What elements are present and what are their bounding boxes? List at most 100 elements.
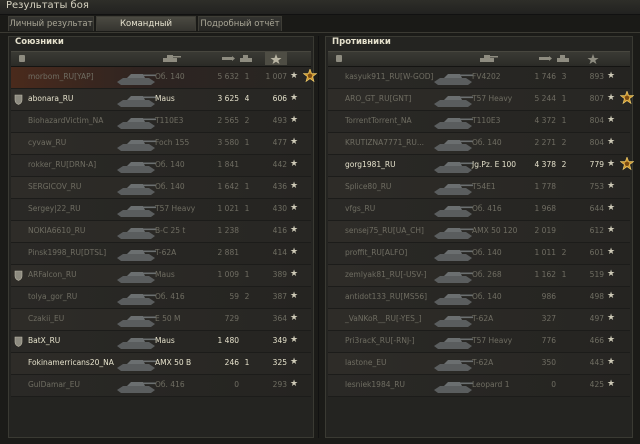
sort-damage-icon[interactable] (221, 54, 235, 63)
tank-name: Об. 140 (155, 182, 185, 191)
kills-value: 1 (244, 270, 250, 279)
player-row[interactable]: _VaNKoR__RU[-YES_] T-62A 327 497 ★ (328, 309, 630, 331)
star-icon: ★ (290, 357, 299, 367)
star-icon: ★ (607, 93, 616, 103)
kills-value: 2 (561, 160, 567, 169)
player-row[interactable]: rokker_RU[DRN-A] Об. 140 1 841 442 ★ (11, 155, 311, 177)
allies-list: morbom_RU[YAP] Об. 140 5 632 1 1 007 ★ a… (11, 67, 318, 397)
tank-icon (117, 316, 156, 327)
player-name: _VaNKoR__RU[-YES_] (345, 314, 422, 323)
empty-badge-slot (14, 314, 23, 325)
player-row[interactable]: NOKIA6610_RU B-C 25 t 1 238 416 ★ (11, 221, 311, 243)
tank-name: AMX 50 B (155, 358, 192, 367)
xp-value: 425 (589, 380, 604, 389)
player-row[interactable]: ARO_GT_RU[GNT] T57 Heavy 5 244 1 807 ★ (328, 89, 635, 111)
xp-value: 364 (272, 314, 287, 323)
xp-value: 601 (589, 248, 604, 257)
sort-tank-icon[interactable] (478, 54, 498, 63)
star-icon: ★ (290, 379, 299, 389)
player-name: SERGICOV_RU (28, 182, 82, 191)
player-row[interactable]: cyvaw_RU Foch 155 3 580 1 477 ★ (11, 133, 311, 155)
player-row[interactable]: TorrentTorrent_NA T110E3 4 372 1 804 ★ (328, 111, 630, 133)
star-icon: ★ (607, 181, 616, 191)
tank-icon (117, 382, 156, 393)
player-row[interactable]: ARFalcon_RU Maus 1 009 1 389 ★ (11, 265, 311, 287)
player-name: lesniek1984_RU (345, 380, 405, 389)
empty-medal-slot (620, 113, 634, 127)
empty-medal-slot (303, 113, 317, 127)
player-row[interactable]: BatX_RU Maus 1 480 349 ★ (11, 331, 311, 353)
kills-value: 1 (244, 182, 250, 191)
empty-medal-slot (620, 289, 634, 303)
tank-name: Leopard 1 (472, 380, 510, 389)
tank-icon (434, 228, 473, 239)
damage-value: 327 (541, 314, 556, 323)
xp-value: 477 (272, 138, 287, 147)
player-row[interactable]: Sergey|22_RU T57 Heavy 1 021 1 430 ★ (11, 199, 311, 221)
tank-name: T110E3 (472, 116, 501, 125)
player-row[interactable]: gorg1981_RU Jg.Pz. E 100 4 378 2 779 ★ (328, 155, 635, 177)
player-row[interactable]: Pri3racK_RU[-RNJ-] T57 Heavy 776 466 ★ (328, 331, 630, 353)
sort-xp-icon[interactable] (582, 52, 604, 65)
player-row[interactable]: lesniek1984_RU Leopard 1 0 425 ★ (328, 375, 630, 397)
tank-icon (117, 162, 156, 173)
sort-damage-icon[interactable] (538, 54, 552, 63)
player-row[interactable]: Pinsk1998_RU[DTSL] T-62A 2 881 414 ★ (11, 243, 311, 265)
star-icon: ★ (607, 313, 616, 323)
player-name: vfgs_RU (345, 204, 376, 213)
damage-value: 3 625 (217, 94, 239, 103)
xp-value: 753 (589, 182, 604, 191)
damage-value: 1 162 (534, 270, 556, 279)
player-row[interactable]: SERGICOV_RU Об. 140 1 642 1 436 ★ (11, 177, 311, 199)
tank-icon (117, 294, 156, 305)
sort-kills-icon[interactable] (556, 54, 572, 63)
tank-icon (117, 74, 156, 85)
xp-value: 443 (589, 358, 604, 367)
empty-medal-slot (303, 355, 317, 369)
empty-medal-slot (303, 135, 317, 149)
player-row[interactable]: lastone_EU T-62A 350 443 ★ (328, 353, 630, 375)
star-icon: ★ (607, 115, 616, 125)
empty-medal-slot (303, 311, 317, 325)
damage-value: 1 021 (217, 204, 239, 213)
player-row[interactable]: kasyuk911_RU[W-GOD] FV4202 1 746 3 893 ★ (328, 67, 630, 89)
tab-team-result[interactable]: Командный результат (96, 16, 196, 44)
empty-medal-slot (303, 179, 317, 193)
player-row[interactable]: tolya_gor_RU Об. 416 59 2 387 ★ (11, 287, 311, 309)
tab-personal-result[interactable]: Личный результат (8, 16, 94, 31)
player-row[interactable]: Splice80_RU T54E1 1 778 753 ★ (328, 177, 630, 199)
player-row[interactable]: morbom_RU[YAP] Об. 140 5 632 1 1 007 ★ (11, 67, 318, 89)
empty-medal-slot (620, 355, 634, 369)
tab-detailed-report[interactable]: Подробный отчёт (198, 16, 282, 31)
player-row[interactable]: vfgs_RU Об. 416 1 968 644 ★ (328, 199, 630, 221)
player-row[interactable]: proffit_RU[ALFO] Об. 140 1 011 2 601 ★ (328, 243, 630, 265)
medal-icon (619, 156, 635, 171)
xp-value: 804 (589, 138, 604, 147)
sort-xp-icon[interactable] (265, 52, 287, 65)
player-row[interactable]: antidot133_RU[MS56] Об. 140 986 498 ★ (328, 287, 630, 309)
player-row[interactable]: GulDamar_EU Об. 416 0 293 ★ (11, 375, 311, 397)
player-name: Pinsk1998_RU[DTSL] (28, 248, 107, 257)
star-icon: ★ (607, 137, 616, 147)
damage-value: 986 (541, 292, 556, 301)
player-row[interactable]: Czakii_EU E 50 M 729 364 ★ (11, 309, 311, 331)
star-icon: ★ (290, 137, 299, 147)
player-row[interactable]: Fokinamerricans20_NA AMX 50 B 246 1 325 … (11, 353, 311, 375)
sort-player-icon[interactable] (17, 54, 27, 63)
sort-tank-icon[interactable] (161, 54, 181, 63)
player-name: lastone_EU (345, 358, 387, 367)
damage-value: 5 632 (217, 72, 239, 81)
player-row[interactable]: sensej75_RU[UA_CH] AMX 50 120 2 019 612 … (328, 221, 630, 243)
player-row[interactable]: BiohazardVictim_NA T110E3 2 565 2 493 ★ (11, 111, 311, 133)
empty-badge-slot (331, 270, 340, 281)
empty-badge-slot (331, 94, 340, 105)
star-icon: ★ (607, 357, 616, 367)
player-name: BiohazardVictim_NA (28, 116, 104, 125)
sort-kills-icon[interactable] (239, 54, 255, 63)
kills-value: 1 (244, 138, 250, 147)
sort-player-icon[interactable] (334, 54, 344, 63)
player-row[interactable]: abonara_RU Maus 3 625 4 606 ★ (11, 89, 311, 111)
empty-badge-slot (14, 358, 23, 369)
player-row[interactable]: KRUTIZNA7771_RU... Об. 140 2 271 2 804 ★ (328, 133, 630, 155)
player-row[interactable]: zemlyak81_RU[-USV-] Об. 268 1 162 1 519 … (328, 265, 630, 287)
